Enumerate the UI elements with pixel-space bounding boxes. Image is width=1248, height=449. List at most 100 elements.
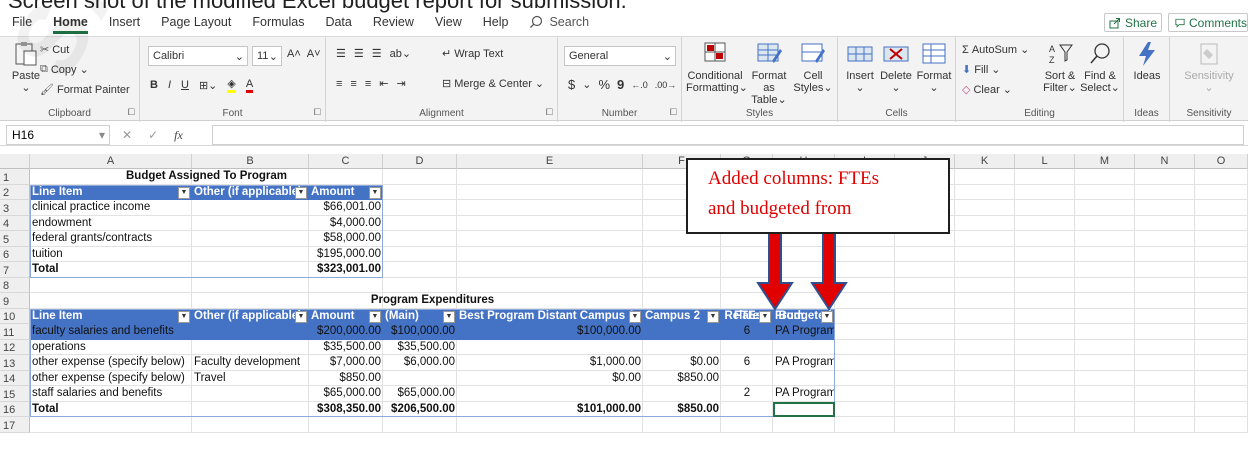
- column-header-e[interactable]: E: [457, 154, 643, 169]
- row-header-14[interactable]: 14: [0, 370, 30, 386]
- column-header-a[interactable]: A: [30, 154, 192, 169]
- insert-function-icon[interactable]: fx: [174, 128, 183, 143]
- format-as-table-label-2: Table: [751, 94, 778, 106]
- alignment-launcher-icon[interactable]: ⧠: [546, 107, 553, 118]
- share-button[interactable]: Share: [1104, 13, 1162, 32]
- delete-cells-button[interactable]: Delete ⌄: [878, 41, 914, 94]
- row-header-16[interactable]: 16: [0, 401, 30, 417]
- formula-input[interactable]: [212, 125, 1244, 145]
- increase-indent-icon[interactable]: ⇥: [396, 77, 405, 90]
- row-header-13[interactable]: 13: [0, 355, 30, 371]
- budget-title[interactable]: Budget Assigned To Program: [30, 169, 383, 184]
- align-bottom-icon[interactable]: ☰: [372, 47, 382, 60]
- row-header-4[interactable]: 4: [0, 215, 30, 231]
- align-top-icon[interactable]: ☰: [336, 47, 346, 60]
- tab-insert[interactable]: Insert: [109, 15, 140, 29]
- tab-home[interactable]: Home: [53, 15, 88, 34]
- column-header-b[interactable]: B: [192, 154, 309, 169]
- align-left-icon[interactable]: ≡: [336, 78, 342, 90]
- number-launcher-icon[interactable]: ⧠: [670, 107, 677, 118]
- search-box[interactable]: Search: [529, 15, 589, 29]
- cancel-icon[interactable]: ✕: [122, 128, 132, 142]
- tab-review[interactable]: Review: [373, 15, 414, 29]
- italic-button[interactable]: I: [168, 79, 171, 91]
- column-header-n[interactable]: N: [1135, 154, 1195, 169]
- row-header-11[interactable]: 11: [0, 324, 30, 340]
- grow-font-icon[interactable]: A˄: [287, 48, 301, 60]
- tab-file[interactable]: File: [12, 15, 32, 29]
- bold-button[interactable]: B: [150, 79, 158, 91]
- find-select-button[interactable]: Find & Select⌄: [1080, 41, 1120, 94]
- comma-button[interactable]: 9: [617, 77, 624, 92]
- enter-icon[interactable]: ✓: [148, 128, 158, 142]
- row-header-9[interactable]: 9: [0, 293, 30, 309]
- font-color-icon[interactable]: A: [245, 78, 254, 93]
- column-header-c[interactable]: C: [309, 154, 383, 169]
- column-header-l[interactable]: L: [1015, 154, 1075, 169]
- column-header-d[interactable]: D: [383, 154, 457, 169]
- row-header-8[interactable]: 8: [0, 277, 30, 293]
- decrease-decimal-icon[interactable]: .00→: [655, 80, 677, 90]
- increase-decimal-icon[interactable]: ←.0: [631, 80, 648, 90]
- selected-cell-h16[interactable]: [773, 401, 835, 417]
- ideas-button[interactable]: Ideas: [1128, 41, 1166, 82]
- column-header-k[interactable]: K: [955, 154, 1015, 169]
- name-box[interactable]: H16 ▾: [6, 125, 110, 145]
- row-header-2[interactable]: 2: [0, 184, 30, 200]
- currency-button[interactable]: $: [568, 77, 575, 92]
- decrease-indent-icon[interactable]: ⇤: [379, 77, 388, 90]
- borders-icon[interactable]: ⊞⌄: [199, 79, 217, 92]
- chevron-down-icon: ▾: [98, 128, 105, 142]
- tab-data[interactable]: Data: [325, 15, 351, 29]
- column-header-m[interactable]: M: [1075, 154, 1135, 169]
- insert-cells-button[interactable]: Insert ⌄: [842, 41, 878, 94]
- font-launcher-icon[interactable]: ⧠: [314, 107, 321, 118]
- percent-button[interactable]: %: [598, 77, 610, 92]
- clipboard-launcher-icon[interactable]: ⧠: [128, 107, 135, 118]
- format-as-table-button[interactable]: Format as Table⌄: [746, 41, 792, 106]
- row-header-1[interactable]: 1: [0, 169, 30, 185]
- row-header-17[interactable]: 17: [0, 417, 30, 433]
- align-center-icon[interactable]: ≡: [350, 78, 356, 90]
- align-right-icon[interactable]: ≡: [365, 78, 371, 90]
- font-name-combo[interactable]: Calibri ⌄: [148, 46, 248, 66]
- clear-button[interactable]: ◇ Clear ⌄: [962, 83, 1012, 97]
- row-header-3[interactable]: 3: [0, 200, 30, 216]
- tab-page-layout[interactable]: Page Layout: [161, 15, 231, 29]
- shrink-font-icon[interactable]: A˅: [307, 48, 321, 60]
- row-header-6[interactable]: 6: [0, 246, 30, 262]
- format-painter-button[interactable]: 🖌 Format Painter: [40, 83, 130, 97]
- conditional-formatting-button[interactable]: Conditional Formatting⌄: [686, 41, 748, 94]
- delete-cells-icon: [883, 46, 909, 62]
- fill-color-icon[interactable]: ◈: [227, 77, 236, 93]
- tab-help[interactable]: Help: [483, 15, 509, 29]
- expenditures-title-spacer[interactable]: [30, 293, 835, 308]
- row-header-10[interactable]: 10: [0, 308, 30, 324]
- select-all-corner[interactable]: [0, 154, 30, 169]
- formula-buttons: ✕ ✓ fx: [122, 126, 183, 144]
- tab-view[interactable]: View: [435, 15, 462, 29]
- row-header-7[interactable]: 7: [0, 262, 30, 278]
- column-header-o[interactable]: O: [1195, 154, 1248, 169]
- cut-button[interactable]: ✂ Cut: [40, 43, 69, 57]
- wrap-text-button[interactable]: ↵ Wrap Text: [442, 47, 503, 61]
- autosum-button[interactable]: Σ AutoSum ⌄: [962, 43, 1029, 57]
- sensitivity-button[interactable]: Sensitivity ⌄: [1174, 41, 1244, 94]
- sort-filter-button[interactable]: AZ Sort & Filter⌄: [1040, 41, 1080, 94]
- comments-button[interactable]: Comments: [1168, 13, 1248, 32]
- row-header-5[interactable]: 5: [0, 231, 30, 247]
- format-cells-button[interactable]: Format ⌄: [914, 41, 954, 94]
- cell-styles-button[interactable]: Cell Styles⌄: [792, 41, 834, 94]
- number-format-combo[interactable]: General ⌄: [564, 46, 676, 66]
- font-size-combo[interactable]: 11 ⌄: [252, 46, 282, 66]
- tab-formulas[interactable]: Formulas: [252, 15, 304, 29]
- orientation-icon[interactable]: ab⌄: [390, 47, 411, 60]
- row-header-12[interactable]: 12: [0, 339, 30, 355]
- row-header-15[interactable]: 15: [0, 386, 30, 402]
- copy-button[interactable]: ⧉ Copy ⌄: [40, 63, 89, 76]
- align-middle-icon[interactable]: ☰: [354, 47, 364, 60]
- merge-center-button[interactable]: ⊟ Merge & Center ⌄: [442, 77, 544, 91]
- fill-button[interactable]: ⬇ Fill ⌄: [962, 63, 1001, 77]
- worksheet-grid[interactable]: ABCDEFGHIJKLMNO1234567891011121314151617…: [0, 154, 1248, 449]
- underline-button[interactable]: U: [181, 79, 189, 91]
